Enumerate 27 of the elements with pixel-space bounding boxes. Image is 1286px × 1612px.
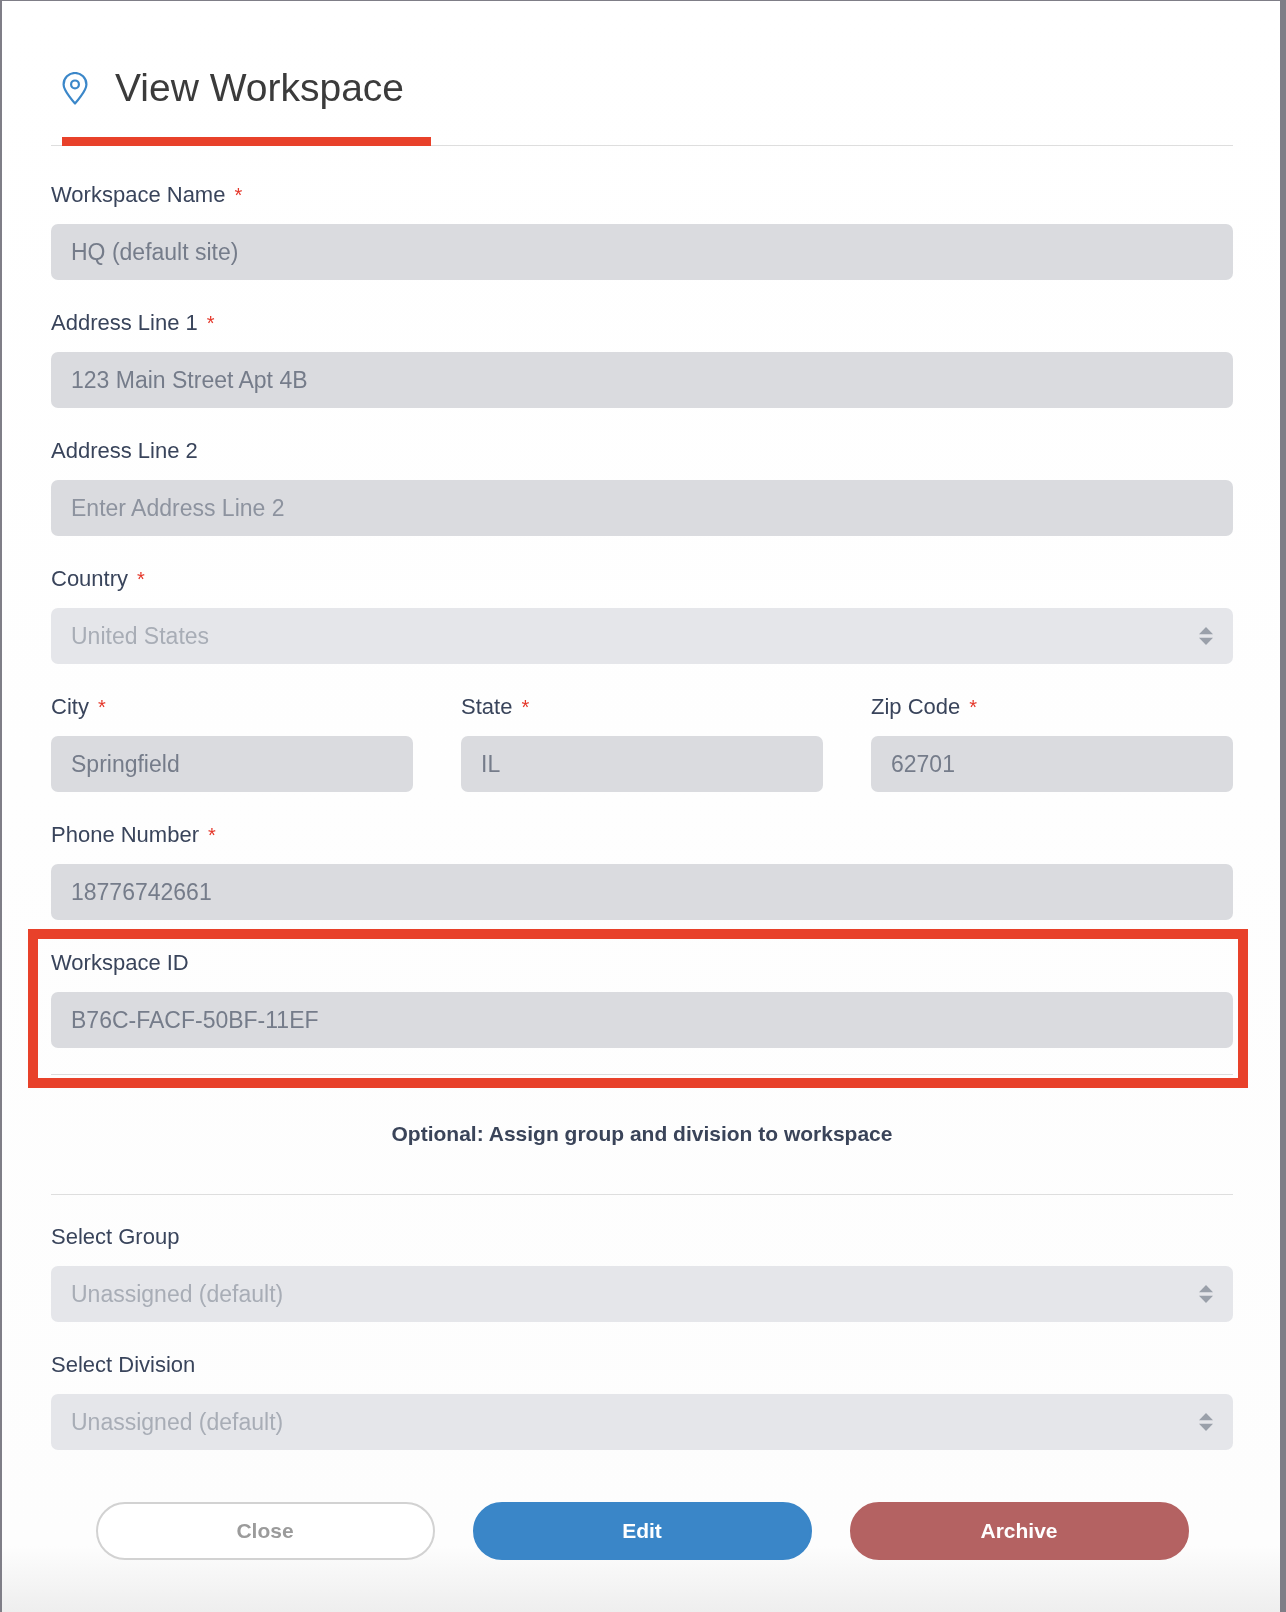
field-label: Workspace Name: [51, 183, 226, 207]
required-mark: *: [97, 695, 106, 719]
required-mark: *: [521, 695, 530, 719]
field-label: Country: [51, 567, 129, 591]
up-down-caret-icon: [1199, 1285, 1213, 1303]
field-label: Select Division: [51, 1353, 196, 1377]
required-mark: *: [969, 695, 978, 719]
section-heading: Optional: Assign group and division to workspace: [391, 1121, 893, 1147]
field-label: Phone Number: [51, 823, 199, 847]
up-down-caret-icon: [1199, 627, 1213, 645]
page-title: View Workspace: [115, 65, 404, 111]
required-mark: *: [234, 183, 243, 207]
map-pin-icon: [62, 71, 88, 105]
field-label: Address Line 1: [51, 311, 198, 335]
field-label: Zip Code: [871, 695, 961, 719]
field-label: City: [51, 695, 89, 719]
field-label: Address Line 2: [51, 439, 198, 463]
field-label: Workspace ID: [51, 951, 189, 975]
field-label: Select Group: [51, 1225, 180, 1249]
archive-button[interactable]: Archive: [849, 1502, 1189, 1560]
required-mark: *: [206, 311, 215, 335]
required-mark: *: [137, 567, 145, 591]
close-button[interactable]: Close: [95, 1502, 435, 1560]
field-label: State: [461, 695, 513, 719]
edit-button[interactable]: Edit: [472, 1502, 812, 1560]
up-down-caret-icon: [1199, 1413, 1213, 1431]
required-mark: *: [208, 823, 216, 847]
